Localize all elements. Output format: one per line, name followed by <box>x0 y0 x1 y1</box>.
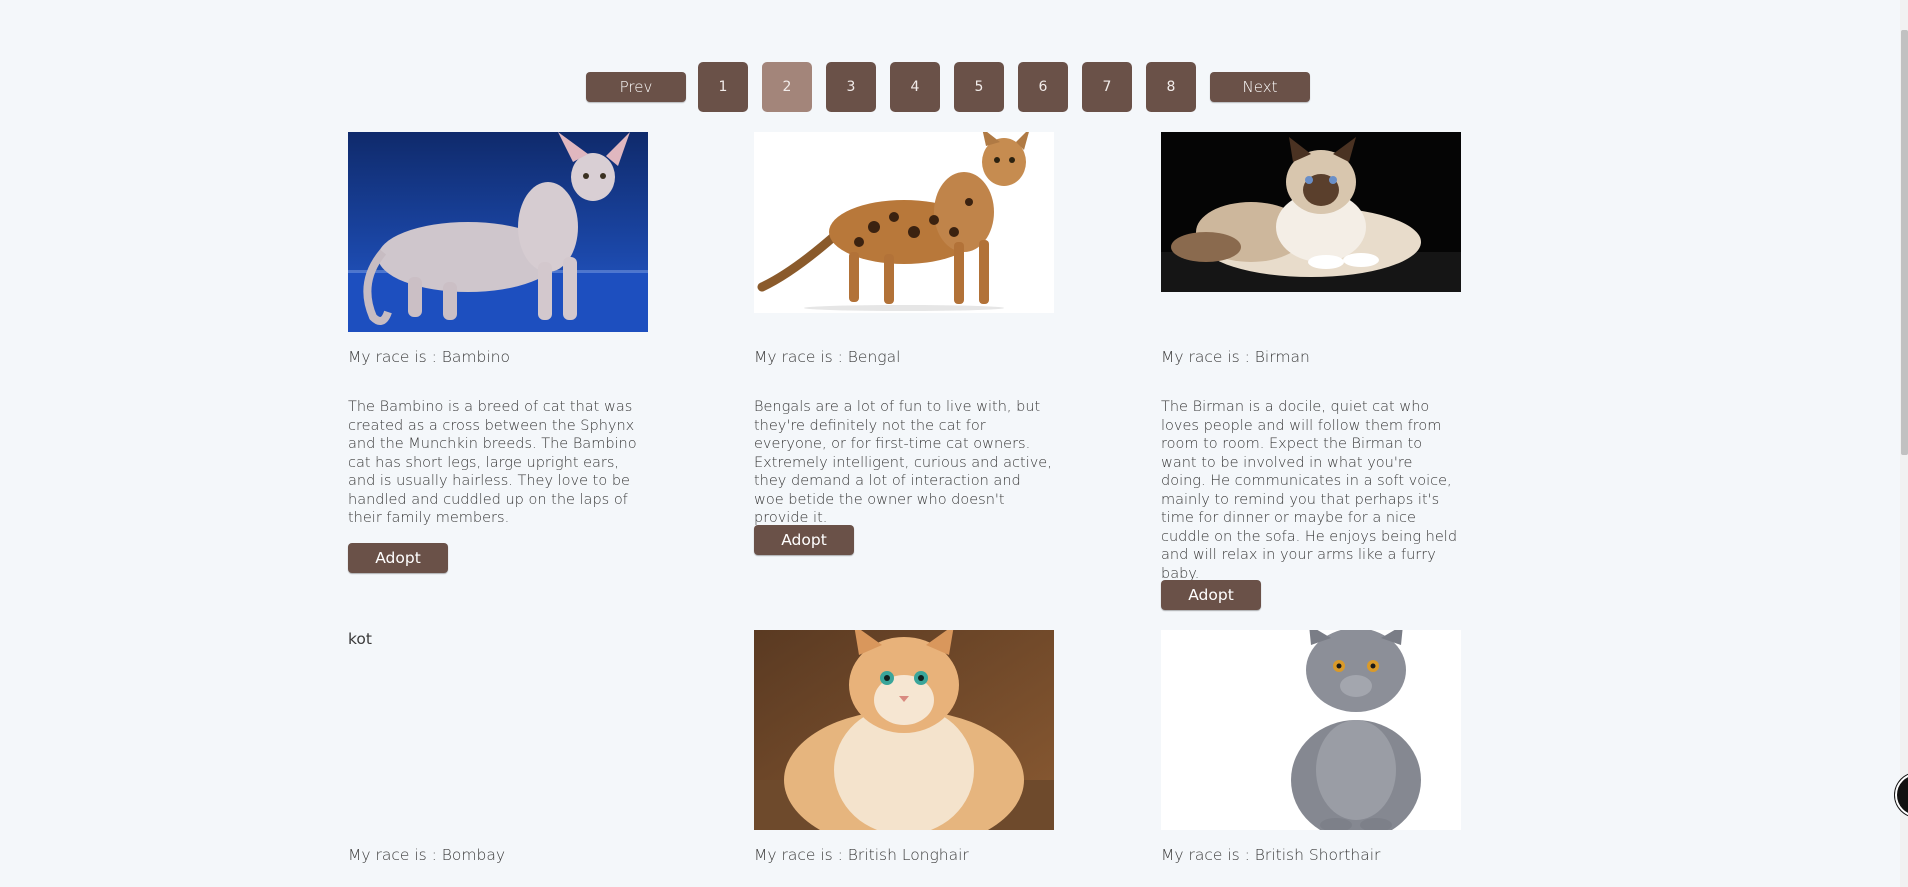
scrollbar-thumb[interactable] <box>1901 30 1908 455</box>
adopt-button[interactable]: Adopt <box>348 543 448 573</box>
cat-description: The Birman is a docile, quiet cat who lo… <box>1161 399 1458 582</box>
next-button[interactable]: Next <box>1210 72 1310 102</box>
cat-race-label: My race is : Bengal <box>754 348 901 366</box>
cat-photo-british-shorthair <box>1161 630 1461 830</box>
cat-race-label: My race is : British Shorthair <box>1161 846 1381 864</box>
cat-photo-bambino <box>348 132 648 332</box>
page-button-4[interactable]: 4 <box>890 62 940 112</box>
cat-race-label: My race is : Bambino <box>348 348 510 366</box>
adopt-button[interactable]: Adopt <box>754 525 854 555</box>
cat-photo-bengal <box>754 132 1054 313</box>
page-button-3[interactable]: 3 <box>826 62 876 112</box>
floating-action-button[interactable] <box>1895 773 1908 817</box>
cat-description: The Bambino is a breed of cat that was c… <box>348 399 637 526</box>
cat-race-label: My race is : British Longhair <box>754 846 969 864</box>
page-button-5[interactable]: 5 <box>954 62 1004 112</box>
page-button-8[interactable]: 8 <box>1146 62 1196 112</box>
cat-race-label: My race is : Birman <box>1161 348 1310 366</box>
vertical-scrollbar[interactable] <box>1900 0 1908 887</box>
cat-description: Bengals are a lot of fun to live with, b… <box>754 399 1052 526</box>
page-button-6[interactable]: 6 <box>1018 62 1068 112</box>
cat-photo-british-longhair <box>754 630 1054 830</box>
page-button-7[interactable]: 7 <box>1082 62 1132 112</box>
page-button-1[interactable]: 1 <box>698 62 748 112</box>
prev-button[interactable]: Prev <box>586 72 686 102</box>
cat-photo-birman <box>1161 132 1461 292</box>
pagination: Prev 1 2 3 4 5 6 7 8 Next <box>586 62 1310 112</box>
page-button-2[interactable]: 2 <box>762 62 812 112</box>
cat-race-label: My race is : Bombay <box>348 846 506 864</box>
page: Prev 1 2 3 4 5 6 7 8 Next My race is: B… <box>0 0 1908 887</box>
cat-photo-alt-text: kot <box>348 630 372 648</box>
adopt-button[interactable]: Adopt <box>1161 580 1261 610</box>
